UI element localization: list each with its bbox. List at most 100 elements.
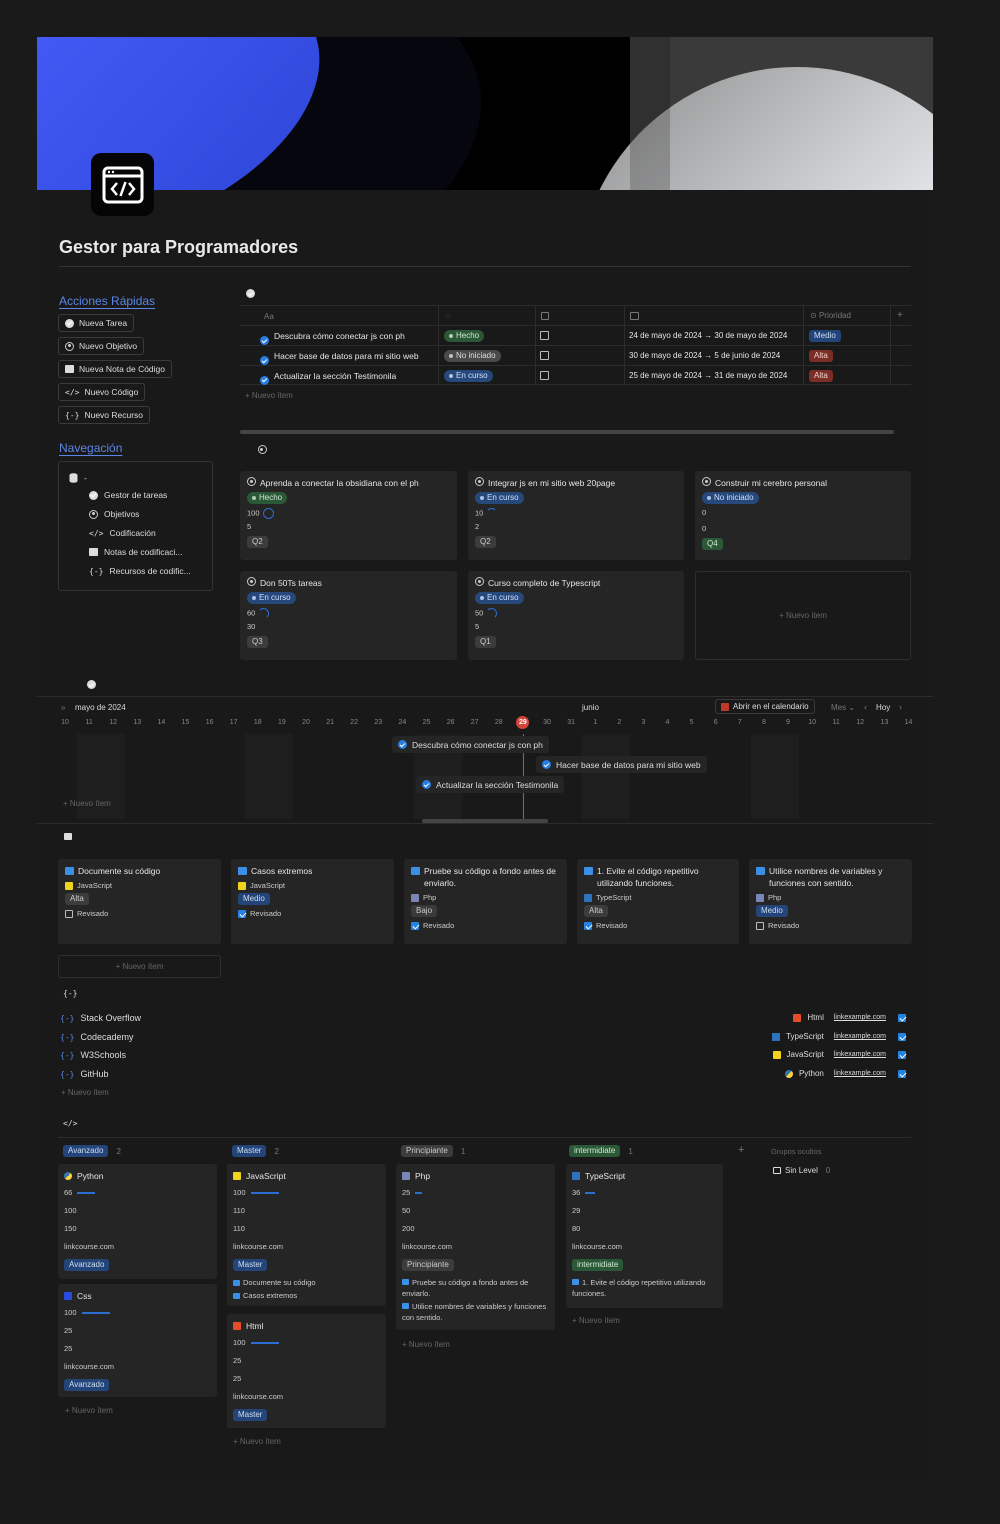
resource-meta[interactable]: JavaScript linkexample.com bbox=[772, 1050, 906, 1059]
new-goal-button[interactable]: Nuevo Objetivo bbox=[58, 337, 145, 355]
board-column-header[interactable]: intermidiate 1 bbox=[569, 1145, 633, 1157]
goal-card[interactable]: Don 50Ts tareas En curso 60 30 Q3 bbox=[240, 571, 457, 660]
add-column-button[interactable]: + bbox=[897, 310, 903, 321]
reviewed-checkbox[interactable] bbox=[584, 921, 592, 930]
course-link[interactable]: linkcourse.com bbox=[402, 1238, 549, 1256]
related-note[interactable]: Pruebe su código a fondo antes de enviar… bbox=[402, 1277, 549, 1299]
timeline-item[interactable]: Actualizar la sección Testimonila bbox=[416, 776, 565, 793]
resource-url[interactable]: linkexample.com bbox=[834, 1051, 886, 1058]
goal-card[interactable]: Aprenda a conectar la obsidiana con el p… bbox=[240, 471, 457, 560]
task-date[interactable]: 24 de mayo de 2024 → 30 de mayo de 2024 bbox=[629, 331, 787, 340]
timeline-db-icon[interactable] bbox=[87, 680, 97, 689]
priority-badge[interactable]: Alta bbox=[809, 350, 833, 362]
page-icon[interactable] bbox=[91, 153, 154, 216]
tasks-db-icon[interactable] bbox=[246, 289, 255, 298]
code-card[interactable]: Css 100 25 25 linkcourse.com Avanzado bbox=[58, 1284, 217, 1397]
collapse-chevron-icon[interactable]: » bbox=[61, 703, 65, 712]
new-resource-button[interactable]: {-} Nuevo Recurso bbox=[58, 406, 151, 424]
code-db-icon[interactable]: </> bbox=[63, 1119, 77, 1128]
board-column-header[interactable]: Master 2 bbox=[232, 1145, 279, 1157]
nav-item-goals[interactable]: Objetivos bbox=[89, 509, 139, 519]
nav-item-coding-notes[interactable]: Notas de codificaci... bbox=[89, 547, 182, 557]
note-card[interactable]: 1. Evite el código repetitivo utilizando… bbox=[577, 859, 739, 944]
goals-db-icon[interactable] bbox=[257, 445, 267, 454]
task-date[interactable]: 25 de mayo de 2024 → 31 de mayo de 2024 bbox=[629, 371, 787, 380]
cover-image[interactable] bbox=[37, 37, 933, 190]
resources-db-icon[interactable]: {-} bbox=[63, 989, 77, 998]
resource-meta[interactable]: Html linkexample.com bbox=[793, 1013, 906, 1022]
name-column-header[interactable]: Aa bbox=[264, 312, 274, 321]
status-badge[interactable]: En curso bbox=[444, 370, 493, 382]
timeline-item[interactable]: Descubra cómo conectar js con ph bbox=[392, 736, 549, 753]
resource-checkbox[interactable] bbox=[898, 1050, 906, 1059]
new-task-button[interactable]: Nueva Tarea bbox=[58, 314, 135, 332]
note-card[interactable]: Documente su código JavaScript Alta Revi… bbox=[58, 859, 221, 944]
course-link[interactable]: linkcourse.com bbox=[64, 1358, 211, 1376]
note-card[interactable]: Utilice nombres de variables y funciones… bbox=[749, 859, 912, 944]
navigation-heading[interactable]: Navegación bbox=[59, 441, 122, 455]
new-resource-item[interactable]: + Nuevo ítem bbox=[61, 1088, 109, 1097]
task-name[interactable]: Actualizar la sección Testimonila bbox=[274, 371, 396, 381]
task-name[interactable]: Hacer base de datos para mi sitio web bbox=[274, 351, 419, 361]
status-column-icon[interactable]: ◌ bbox=[445, 311, 450, 321]
done-checkbox[interactable] bbox=[540, 331, 549, 340]
board-column-header[interactable]: Avanzado 2 bbox=[63, 1145, 121, 1157]
resource-checkbox[interactable] bbox=[898, 1013, 906, 1022]
reviewed-checkbox[interactable] bbox=[65, 909, 73, 918]
new-code-item[interactable]: + Nuevo ítem bbox=[65, 1406, 113, 1415]
goal-card[interactable]: Curso completo de Typescript En curso 50… bbox=[468, 571, 684, 660]
new-timeline-item[interactable]: + Nuevo ítem bbox=[63, 799, 111, 808]
open-calendar-button[interactable]: Abrir en el calendario bbox=[715, 699, 815, 714]
horizontal-scrollbar[interactable] bbox=[240, 430, 894, 434]
resource-url[interactable]: linkexample.com bbox=[834, 1014, 886, 1021]
timeline-item[interactable]: Hacer base de datos para mi sitio web bbox=[536, 756, 707, 773]
related-note[interactable]: Casos extremos bbox=[233, 1290, 380, 1301]
resource-checkbox[interactable] bbox=[898, 1069, 906, 1078]
goal-card[interactable]: Integrar js en mi sitio web 20page En cu… bbox=[468, 471, 684, 560]
priority-badge[interactable]: Medio bbox=[809, 330, 841, 342]
resource-link[interactable]: {-} W3Schools bbox=[60, 1050, 126, 1060]
done-checkbox[interactable] bbox=[540, 351, 549, 360]
code-card[interactable]: Php 25 50 200 linkcourse.com Principiant… bbox=[396, 1164, 555, 1330]
next-chevron-icon[interactable]: › bbox=[899, 702, 902, 712]
task-date[interactable]: 30 de mayo de 2024 → 5 de junio de 2024 bbox=[629, 351, 780, 360]
calendar-column-icon[interactable] bbox=[630, 312, 639, 320]
resource-link[interactable]: {-} Stack Overflow bbox=[60, 1013, 141, 1023]
related-note[interactable]: Documente su código bbox=[233, 1277, 380, 1288]
nav-item-task-manager[interactable]: Gestor de tareas bbox=[89, 490, 167, 500]
course-link[interactable]: linkcourse.com bbox=[233, 1238, 380, 1256]
reviewed-checkbox[interactable] bbox=[238, 909, 246, 918]
notes-db-icon[interactable] bbox=[64, 833, 72, 840]
task-name[interactable]: Descubra cómo conectar js con ph bbox=[274, 331, 405, 341]
status-badge[interactable]: No iniciado bbox=[444, 350, 501, 362]
prev-chevron-icon[interactable]: ‹ bbox=[864, 702, 867, 712]
resource-meta[interactable]: Python linkexample.com bbox=[784, 1069, 906, 1078]
new-code-button[interactable]: </> Nuevo Código bbox=[58, 383, 146, 401]
table-row[interactable]: Hacer base de datos para mi sitio web No… bbox=[240, 345, 911, 365]
resource-meta[interactable]: TypeScript linkexample.com bbox=[772, 1032, 906, 1041]
note-card[interactable]: Casos extremos JavaScript Medio Revisado bbox=[231, 859, 394, 944]
resource-checkbox[interactable] bbox=[898, 1032, 906, 1041]
table-row[interactable]: Actualizar la sección Testimonila En cur… bbox=[240, 365, 911, 385]
quick-actions-heading[interactable]: Acciones Rápidas bbox=[59, 294, 155, 308]
checkbox-column-icon[interactable] bbox=[541, 312, 549, 320]
nav-item-coding[interactable]: </> Codificación bbox=[89, 528, 156, 538]
status-badge[interactable]: Hecho bbox=[444, 330, 485, 342]
code-card[interactable]: Html 100 25 25 linkcourse.com Master bbox=[227, 1314, 386, 1428]
today-button[interactable]: Hoy bbox=[876, 703, 890, 712]
view-select[interactable]: Mes ⌄ bbox=[831, 703, 855, 712]
resource-url[interactable]: linkexample.com bbox=[834, 1033, 886, 1040]
new-goal-card[interactable]: + Nuevo ítem bbox=[695, 571, 911, 660]
new-code-item[interactable]: + Nuevo ítem bbox=[402, 1340, 450, 1349]
nav-item-coding-resources[interactable]: {-} Recursos de codific... bbox=[89, 566, 191, 576]
course-link[interactable]: linkcourse.com bbox=[572, 1238, 717, 1256]
related-note[interactable]: Utilice nombres de variables y funciones… bbox=[402, 1301, 549, 1323]
nav-root[interactable]: - bbox=[69, 473, 87, 483]
note-card[interactable]: Pruebe su código a fondo antes de enviar… bbox=[404, 859, 567, 944]
board-column-header[interactable]: Principiante 1 bbox=[401, 1145, 465, 1157]
code-card[interactable]: JavaScript 100 110 110 linkcourse.com Ma… bbox=[227, 1164, 386, 1306]
course-link[interactable]: linkcourse.com bbox=[233, 1388, 380, 1406]
goal-card[interactable]: Construir mi cerebro personal No iniciad… bbox=[695, 471, 911, 560]
new-note-card[interactable]: + Nuevo ítem bbox=[58, 955, 221, 978]
code-card[interactable]: TypeScript 36 29 80 linkcourse.com inter… bbox=[566, 1164, 723, 1308]
